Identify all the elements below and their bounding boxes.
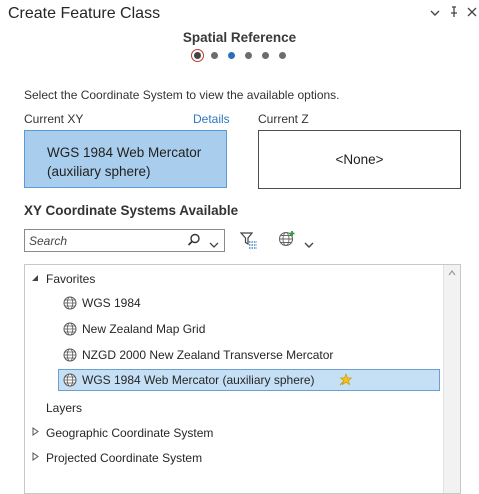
tree-node-geographic[interactable]: Geographic Coordinate System bbox=[46, 426, 213, 440]
step-dot-3[interactable] bbox=[228, 51, 235, 59]
close-icon[interactable] bbox=[465, 6, 479, 20]
search-box[interactable] bbox=[24, 229, 225, 252]
search-input[interactable] bbox=[29, 232, 179, 249]
tree-item-favorite-1[interactable]: WGS 1984 bbox=[82, 296, 141, 310]
tree-item-favorite-4[interactable]: WGS 1984 Web Mercator (auxiliary sphere) bbox=[82, 373, 315, 387]
globe-icon bbox=[63, 296, 77, 310]
step-dot-2[interactable] bbox=[211, 51, 218, 59]
details-link[interactable]: Details bbox=[193, 112, 230, 126]
window-title: Create Feature Class bbox=[8, 5, 161, 22]
add-menu-chevron-icon[interactable] bbox=[304, 236, 314, 254]
collapsed-triangle-icon[interactable] bbox=[32, 452, 39, 463]
current-xy-label: Current XY bbox=[24, 112, 84, 126]
step-dot-1[interactable] bbox=[194, 51, 201, 59]
chevron-down-icon bbox=[430, 10, 440, 16]
current-xy-box[interactable]: WGS 1984 Web Mercator (auxiliary sphere) bbox=[24, 130, 227, 188]
tree-item-favorite-3[interactable]: NZGD 2000 New Zealand Transverse Mercato… bbox=[82, 348, 333, 362]
add-globe-icon[interactable] bbox=[278, 230, 296, 253]
scroll-up-icon[interactable] bbox=[448, 270, 456, 276]
tree-scrollbar[interactable] bbox=[443, 265, 460, 493]
globe-icon bbox=[63, 348, 77, 362]
current-xy-value-line2: (auxiliary sphere) bbox=[47, 164, 151, 179]
available-heading: XY Coordinate Systems Available bbox=[24, 203, 239, 218]
current-z-value: <None> bbox=[335, 152, 384, 167]
tree-node-projected[interactable]: Projected Coordinate System bbox=[46, 451, 202, 465]
step-dot-4[interactable] bbox=[245, 51, 252, 59]
instructions-text: Select the Coordinate System to view the… bbox=[24, 88, 340, 102]
pin-icon[interactable] bbox=[447, 6, 461, 21]
tree-item-favorite-2[interactable]: New Zealand Map Grid bbox=[82, 322, 205, 336]
search-icon[interactable] bbox=[187, 233, 201, 252]
expanded-triangle-icon[interactable] bbox=[31, 274, 39, 284]
collapsed-triangle-icon[interactable] bbox=[32, 427, 39, 438]
current-z-box[interactable]: <None> bbox=[258, 130, 461, 189]
step-dot-5[interactable] bbox=[262, 51, 269, 59]
coordinate-system-tree[interactable]: Favorites WGS 1984 New Zealand Map Grid … bbox=[24, 264, 461, 494]
globe-icon bbox=[63, 373, 77, 387]
favorite-star-icon[interactable] bbox=[339, 373, 353, 391]
search-dropdown-chevron-icon[interactable] bbox=[209, 236, 219, 254]
tree-node-layers[interactable]: Layers bbox=[46, 401, 82, 415]
wizard-step-dots bbox=[194, 49, 286, 61]
window-menu-chevron-icon[interactable] bbox=[428, 6, 442, 20]
tree-node-favorites[interactable]: Favorites bbox=[46, 272, 95, 286]
current-z-label: Current Z bbox=[258, 112, 309, 126]
filter-icon[interactable] bbox=[239, 231, 258, 254]
step-dot-6[interactable] bbox=[279, 51, 286, 59]
current-xy-value-line1: WGS 1984 Web Mercator bbox=[47, 145, 202, 160]
globe-icon bbox=[63, 322, 77, 336]
wizard-step-title: Spatial Reference bbox=[182, 30, 297, 45]
